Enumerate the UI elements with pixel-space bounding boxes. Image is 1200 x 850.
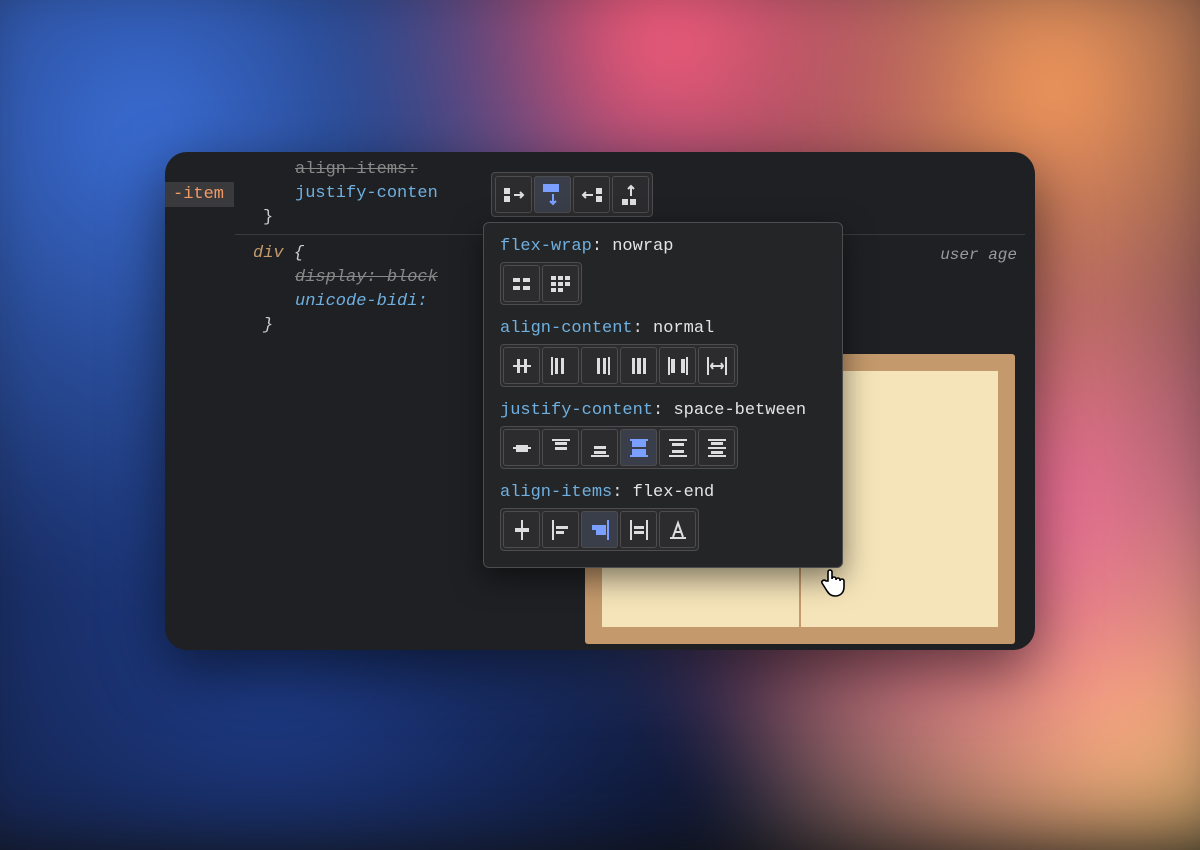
flex-wrap-button-group (500, 262, 582, 305)
flex-wrap-label: flex-wrap: nowrap (500, 237, 826, 256)
align-items-button-group (500, 508, 699, 551)
user-agent-label: user age (940, 246, 1017, 264)
justify-content-section: justify-content: space-between (500, 401, 826, 469)
align-items-section: align-items: flex-end (500, 483, 826, 551)
justify-content-space-between-button[interactable] (620, 429, 657, 466)
justify-content-center-button[interactable] (503, 429, 540, 466)
align-items-label: align-items: flex-end (500, 483, 826, 502)
code-selector-div[interactable]: div { (253, 244, 304, 263)
code-brace-close-1: } (263, 208, 273, 227)
code-line-ghost: align-items: (295, 160, 417, 179)
align-items-stretch-button[interactable] (620, 511, 657, 548)
flexbox-editor-popover: flex-wrap: nowrap align-content: normal (483, 222, 843, 568)
flex-direction-row-reverse-button[interactable] (573, 176, 610, 213)
code-display-struck[interactable]: display: block (295, 268, 438, 287)
align-content-space-between-button[interactable] (659, 347, 696, 384)
code-brace-close-2: } (263, 316, 273, 335)
align-items-baseline-button[interactable] (659, 511, 696, 548)
justify-content-end-button[interactable] (581, 429, 618, 466)
align-items-center-button[interactable] (503, 511, 540, 548)
justify-content-button-group (500, 426, 738, 469)
align-content-end-button[interactable] (581, 347, 618, 384)
align-content-button-group (500, 344, 738, 387)
selector-badge: -item (165, 182, 234, 207)
flex-direction-column-button[interactable] (534, 176, 571, 213)
align-content-label: align-content: normal (500, 319, 826, 338)
flex-direction-row-button[interactable] (495, 176, 532, 213)
align-content-stretch-button[interactable] (698, 347, 735, 384)
code-line-justify[interactable]: justify-conten (295, 184, 438, 203)
flex-direction-column-reverse-button[interactable] (612, 176, 649, 213)
align-items-start-button[interactable] (542, 511, 579, 548)
justify-content-start-button[interactable] (542, 429, 579, 466)
justify-content-label: justify-content: space-between (500, 401, 826, 420)
align-content-section: align-content: normal (500, 319, 826, 387)
devtools-panel: -item align-items: justify-conten } div … (165, 152, 1035, 650)
justify-content-space-evenly-button[interactable] (698, 429, 735, 466)
align-content-space-around-button[interactable] (620, 347, 657, 384)
code-unicode-bidi[interactable]: unicode-bidi: (295, 292, 428, 311)
flex-wrap-nowrap-button[interactable] (503, 265, 540, 302)
flex-wrap-section: flex-wrap: nowrap (500, 237, 826, 305)
align-items-end-button[interactable] (581, 511, 618, 548)
align-content-center-button[interactable] (503, 347, 540, 384)
align-content-start-button[interactable] (542, 347, 579, 384)
justify-content-space-around-button[interactable] (659, 429, 696, 466)
flex-wrap-wrap-button[interactable] (542, 265, 579, 302)
flex-direction-button-group (491, 172, 653, 217)
